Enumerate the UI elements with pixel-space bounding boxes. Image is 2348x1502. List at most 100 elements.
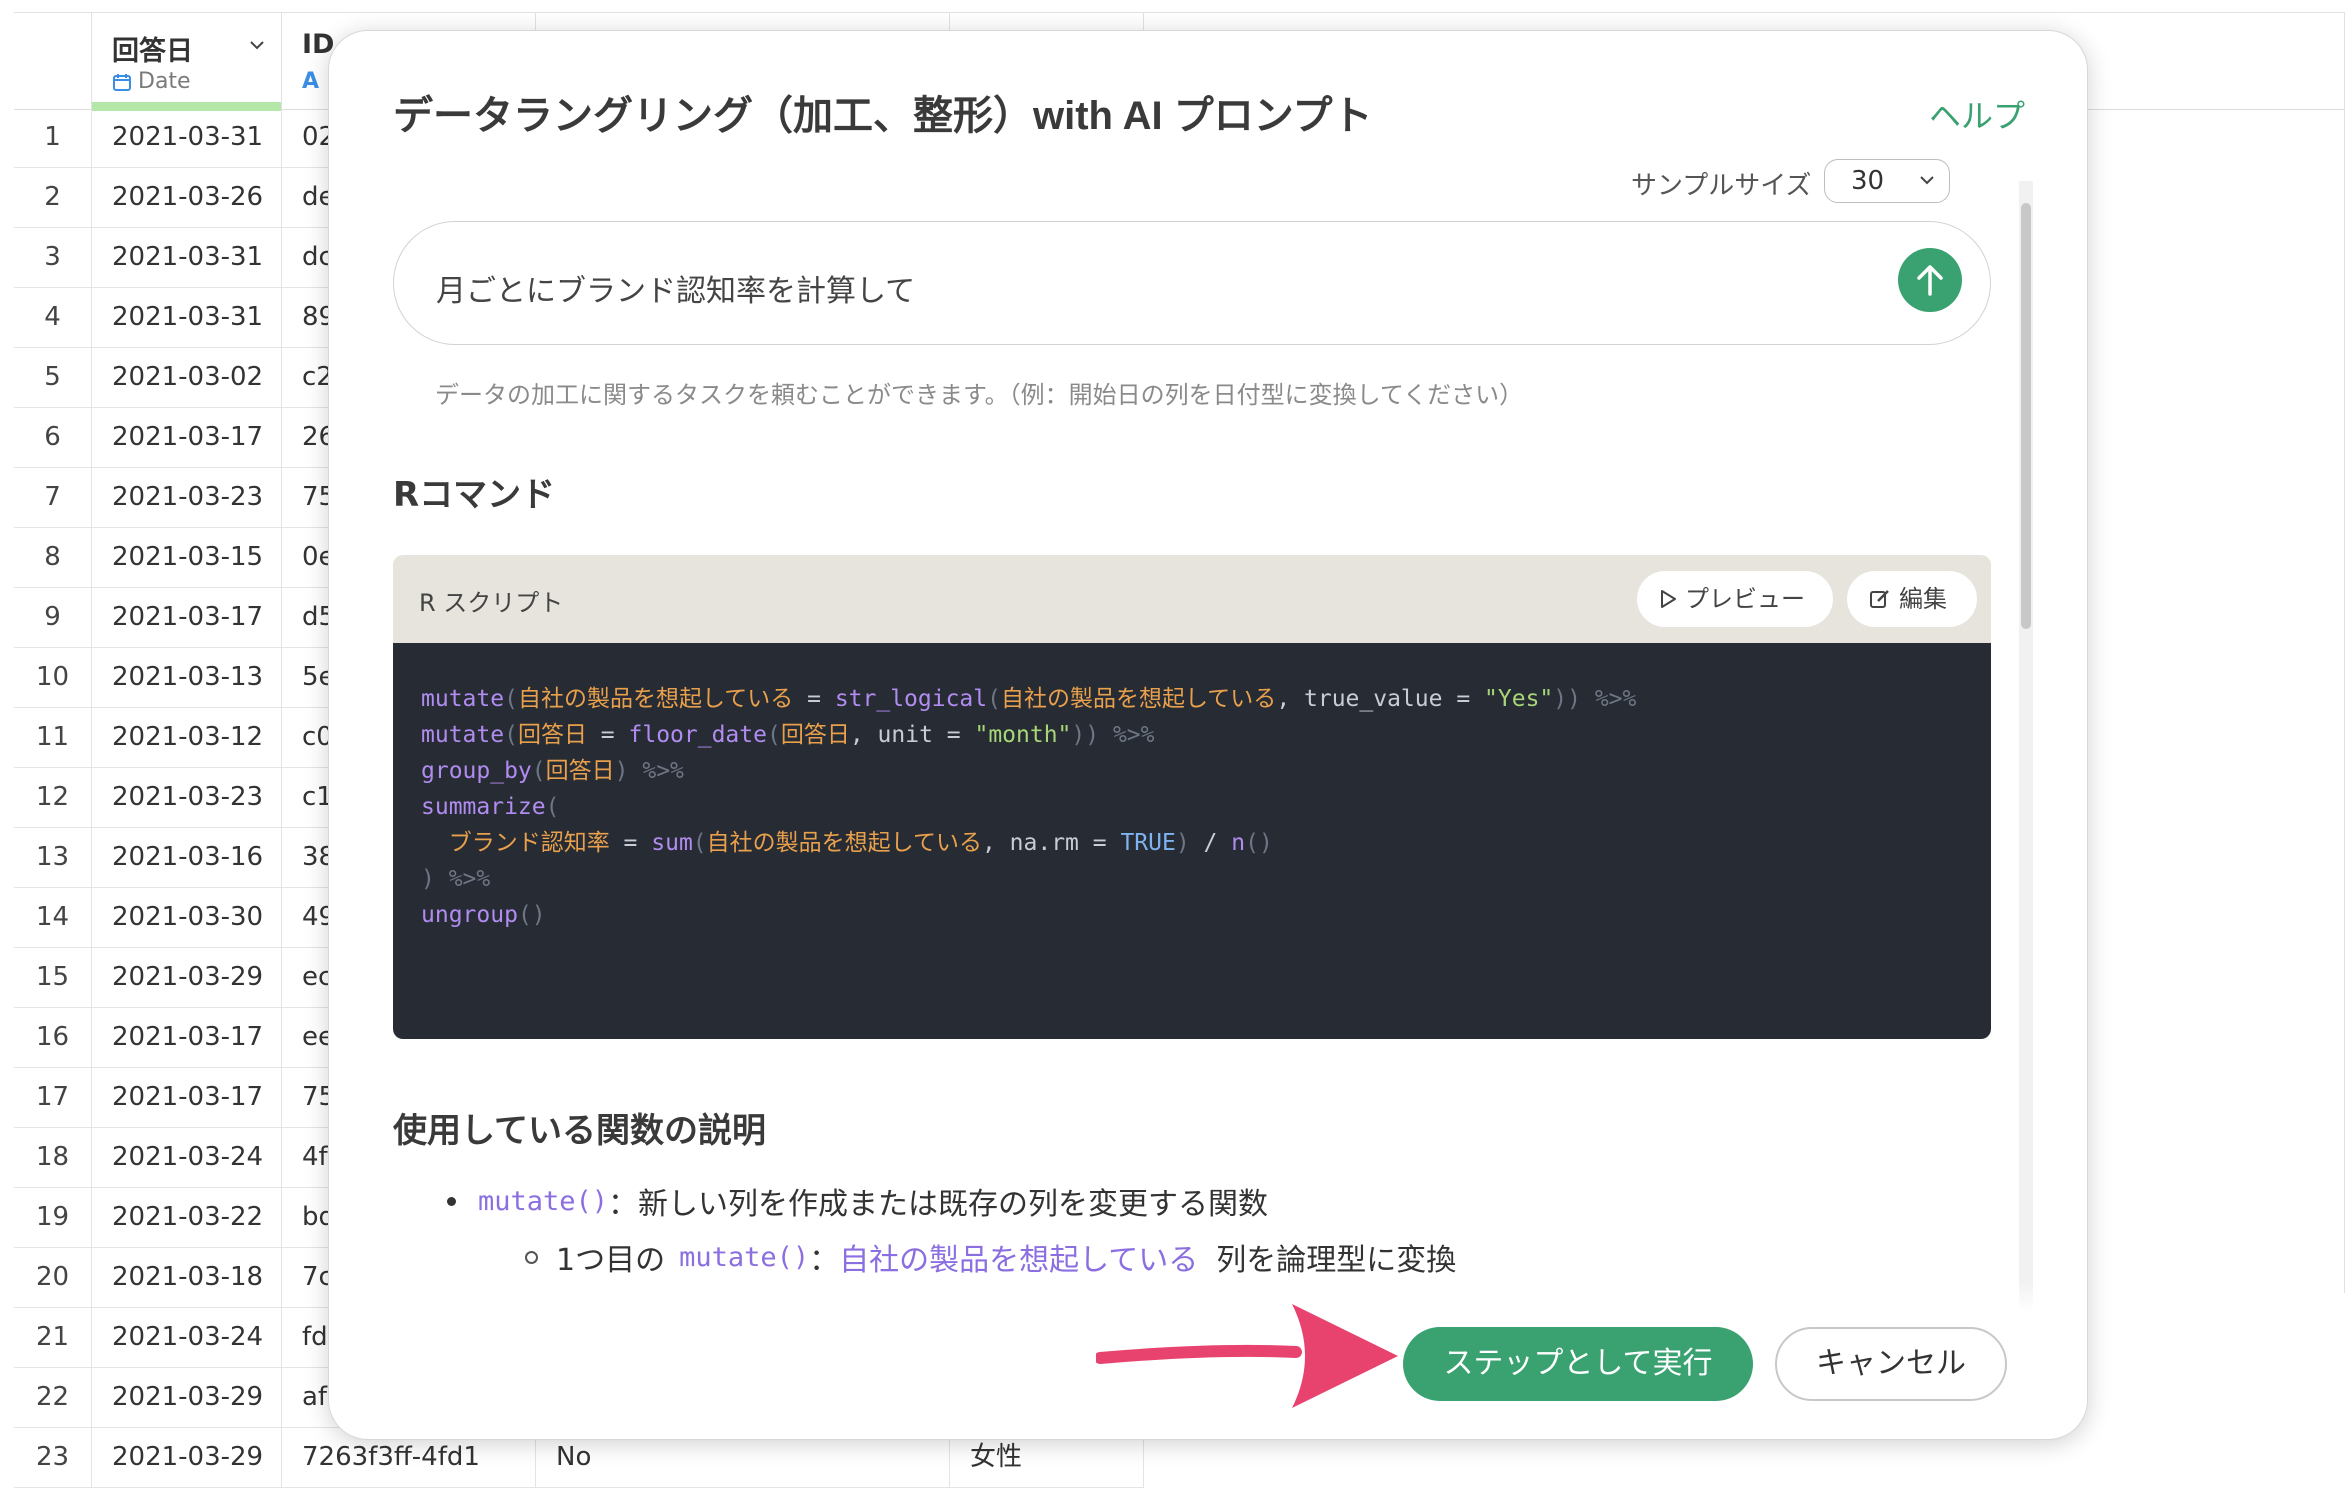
date-cell: 2021-03-02 <box>92 348 282 408</box>
date-cell: 2021-03-16 <box>92 828 282 888</box>
edit-button[interactable]: 編集 <box>1847 571 1977 627</box>
date-cell: 2021-03-15 <box>92 528 282 588</box>
sub-prefix: 1つ目の <box>556 1243 666 1278</box>
function-bullet: mutate() ：新しい列を作成または既存の列を変更する関数 <box>447 1179 1268 1223</box>
date-cell: 2021-03-17 <box>92 588 282 648</box>
row-index: 11 <box>14 708 92 768</box>
row-index: 20 <box>14 1248 92 1308</box>
code-line: mutate(自社の製品を想起している = str_logical(自社の製品を… <box>421 686 1637 712</box>
chevron-down-icon[interactable] <box>249 37 265 53</box>
play-icon <box>1661 590 1676 608</box>
text-type-icon: A <box>302 69 320 94</box>
dialog-title: データラングリング（加工、整形）with AI プロンプト <box>393 94 1373 138</box>
date-cell: 2021-03-26 <box>92 168 282 228</box>
code-line: ブランド認知率 = sum(自社の製品を想起している, na.rm = TRUE… <box>448 830 1273 856</box>
row-index: 7 <box>14 468 92 528</box>
row-index: 23 <box>14 1428 92 1488</box>
row-index: 5 <box>14 348 92 408</box>
date-cell: 2021-03-23 <box>92 768 282 828</box>
scrollbar-thumb[interactable] <box>2021 203 2031 629</box>
date-cell: 2021-03-18 <box>92 1248 282 1308</box>
row-index: 9 <box>14 588 92 648</box>
code-line: summarize( <box>421 794 560 820</box>
preview-button[interactable]: プレビュー <box>1637 571 1833 627</box>
row-index: 1 <box>14 108 92 168</box>
row-index: 6 <box>14 408 92 468</box>
sample-size-select[interactable]: 30 <box>1824 159 1950 203</box>
row-index: 3 <box>14 228 92 288</box>
bullet-dot <box>447 1196 456 1206</box>
prompt-hint: データの加工に関するタスクを頼むことができます。（例：開始日の列を日付型に変換し… <box>435 381 1524 409</box>
annotation-arrow-icon <box>1096 1304 1398 1408</box>
column-name: 回答日 <box>112 36 193 67</box>
row-index: 18 <box>14 1128 92 1188</box>
row-index: 8 <box>14 528 92 588</box>
row-index: 14 <box>14 888 92 948</box>
code-line: group_by(回答日) %>% <box>421 758 684 784</box>
date-cell: 2021-03-22 <box>92 1188 282 1248</box>
row-index: 22 <box>14 1368 92 1428</box>
row-index: 4 <box>14 288 92 348</box>
date-cell: 2021-03-12 <box>92 708 282 768</box>
sample-size-value: 30 <box>1851 166 1885 196</box>
sub-suffix: 列を論理型に変換 <box>1216 1243 1457 1278</box>
row-index: 16 <box>14 1008 92 1068</box>
date-cell: 2021-03-13 <box>92 648 282 708</box>
preview-label: プレビュー <box>1685 585 1805 613</box>
edit-icon <box>1870 590 1889 608</box>
date-cell: 2021-03-23 <box>92 468 282 528</box>
date-cell: 2021-03-30 <box>92 888 282 948</box>
row-index: 15 <box>14 948 92 1008</box>
date-cell: 2021-03-31 <box>92 228 282 288</box>
date-cell: 2021-03-31 <box>92 288 282 348</box>
date-cell: 2021-03-17 <box>92 1008 282 1068</box>
column-reference: 自社の製品を想起している <box>839 1243 1199 1278</box>
row-index: 17 <box>14 1068 92 1128</box>
column-header-date[interactable]: 回答日 Date <box>92 13 282 111</box>
function-sub-bullet: 1つ目の mutate() ： 自社の製品を想起している 列を論理型に変換 <box>525 1235 1456 1279</box>
ai-prompt-dialog: データラングリング（加工、整形）with AI プロンプト ヘルプ サンプルサイ… <box>328 30 2088 1440</box>
code-line: ungroup() <box>421 902 546 928</box>
date-cell: 2021-03-17 <box>92 1068 282 1128</box>
help-link[interactable]: ヘルプ <box>1929 91 2025 137</box>
r-script-header: R スクリプト プレビュー 編集 <box>393 555 1991 643</box>
date-cell: 2021-03-24 <box>92 1308 282 1368</box>
prompt-input-value[interactable]: 月ごとにブランド認知率を計算して <box>436 266 915 310</box>
date-cell: 2021-03-17 <box>92 408 282 468</box>
function-code: mutate() <box>679 1241 810 1273</box>
column-type-label: Date <box>138 69 191 94</box>
r-script-panel: R スクリプト プレビュー 編集 mutate(自社の製品を想起している = s… <box>393 555 1991 1039</box>
prompt-input[interactable]: 月ごとにブランド認知率を計算して <box>393 221 1991 345</box>
edit-label: 編集 <box>1899 585 1947 613</box>
row-index: 10 <box>14 648 92 708</box>
row-index: 2 <box>14 168 92 228</box>
calendar-icon <box>113 73 131 91</box>
code-line: ) %>% <box>421 866 491 892</box>
date-cell: 2021-03-24 <box>92 1128 282 1188</box>
chevron-down-icon <box>1920 176 1934 185</box>
column-type: A <box>302 69 319 94</box>
cancel-button[interactable]: キャンセル <box>1775 1327 2007 1401</box>
row-index: 12 <box>14 768 92 828</box>
r-command-title: Rコマンド <box>393 475 556 515</box>
bullet-ring <box>525 1250 538 1264</box>
date-cell: 2021-03-29 <box>92 948 282 1008</box>
code-line: mutate(回答日 = floor_date(回答日, unit = "mon… <box>421 722 1155 748</box>
sample-size-label: サンプルサイズ <box>1631 171 1812 201</box>
date-cell: 2021-03-31 <box>92 108 282 168</box>
r-script-code[interactable]: mutate(自社の製品を想起している = str_logical(自社の製品を… <box>393 643 1991 1039</box>
sub-colon: ： <box>809 1243 840 1278</box>
arrow-up-icon <box>1917 265 1943 296</box>
function-description: ：新しい列を作成または既存の列を変更する関数 <box>608 1187 1269 1222</box>
send-button[interactable] <box>1898 248 1962 312</box>
run-as-step-button[interactable]: ステップとして実行 <box>1403 1327 1753 1401</box>
row-index: 21 <box>14 1308 92 1368</box>
index-header <box>14 13 92 109</box>
functions-title: 使用している関数の説明 <box>393 1111 766 1151</box>
function-code: mutate() <box>478 1185 609 1217</box>
column-type: Date <box>112 69 191 94</box>
date-cell: 2021-03-29 <box>92 1428 282 1488</box>
r-script-label: R スクリプト <box>419 589 564 617</box>
row-index: 13 <box>14 828 92 888</box>
row-index: 19 <box>14 1188 92 1248</box>
